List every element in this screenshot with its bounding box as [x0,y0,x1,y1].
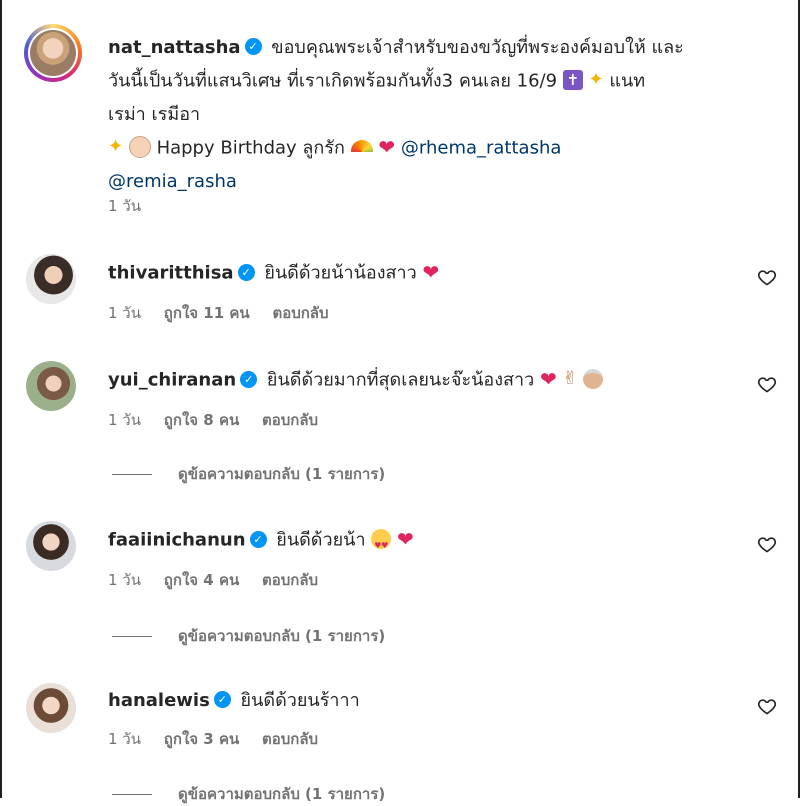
post-author-username[interactable]: nat_nattasha [108,37,241,58]
commenter-avatar[interactable] [26,254,76,304]
comment-like-count[interactable]: ถูกใจ 11 คน [164,304,250,322]
comment-item: faaiinichanun✓ ยินดีด้วยน้า ❤ 1 วัน ถูกใ… [24,521,784,591]
comment-text: ยินดีด้วยมากที่สุดเลยนะจ๊ะน้องสาว [266,369,535,391]
comment-timestamp[interactable]: 1 วัน [108,730,141,748]
reply-button[interactable]: ตอบกลับ [272,304,328,322]
view-replies-label: ดูข้อความตอบกลับ (1 รายการ) [178,785,386,803]
caption-line-2: วันนี้เป็นวันที่แสนวิเศษ ที่เราเกิดพร้อม… [108,70,558,92]
commenter-username[interactable]: yui_chiranan [108,370,236,391]
replies-divider [112,473,152,475]
comment-item: yui_chiranan ✓ ยินดีด้วยมากที่สุดเลยนะจ๊ะ… [24,361,784,431]
verified-badge-icon: ✓ [213,691,231,708]
heart-outline-icon[interactable] [756,266,778,288]
comment-text: ยินดีด้วยน้าน้องสาว [264,262,417,284]
verified-badge-icon: ✓ [240,370,258,388]
comment-like-count[interactable]: ถูกใจ 3 คน [164,730,239,748]
caption-line-1: ขอบคุณพระเจ้าสำหรับของขวัญที่พระองค์มอบใ… [271,37,684,58]
rainbow-emoji-icon [350,139,373,152]
mention-remia[interactable]: @remia_rasha [108,171,237,192]
reply-button[interactable]: ตอบกลับ [262,411,318,429]
red-heart-emoji-icon: ❤ [539,367,557,391]
comment-timestamp[interactable]: 1 วัน [108,304,141,322]
commenter-avatar[interactable] [26,521,76,571]
verified-badge-icon: ✓ [249,530,267,548]
comment-text: ยินดีด้วยนร้าาา [240,690,360,711]
red-heart-emoji-icon: ❤ [422,260,440,284]
view-replies-button[interactable]: ดูข้อความตอบกลับ (1 รายการ) [112,624,385,648]
comment-timestamp[interactable]: 1 วัน [108,411,141,429]
caption-line-2b: แนท [609,70,646,92]
older-person-emoji-icon [583,369,604,389]
commenter-username[interactable]: thivaritthisa [108,263,234,284]
commenter-avatar[interactable] [26,683,76,733]
commenter-username[interactable]: faaiinichanun [108,530,246,551]
replies-divider [112,635,152,637]
view-replies-label: ดูข้อความตอบกลับ (1 รายการ) [178,465,386,483]
red-heart-emoji-icon: ❤ [397,527,414,551]
comment-item: hanalewis ✓ ยินดีด้วยนร้าาา 1 วัน ถูกใจ 3… [24,683,784,753]
comment-timestamp[interactable]: 1 วัน [108,571,141,589]
comment-like-count[interactable]: ถูกใจ 8 คน [164,411,239,429]
reply-button[interactable]: ตอบกลับ [262,571,318,589]
post-caption: nat_nattasha ✓ ขอบคุณพระเจ้าสำหรับของขวัญ… [108,32,768,198]
post-timestamp[interactable]: 1 วัน [108,194,141,218]
frame-left-border [0,0,2,798]
verified-badge-icon: ✓ [237,263,255,281]
reply-button[interactable]: ตอบกลับ [262,730,318,748]
commenter-username[interactable]: hanalewis [108,690,210,711]
comment-like-count[interactable]: ถูกใจ 4 คน [164,571,239,589]
heart-eyes-emoji-icon [371,529,392,560]
sign-of-horns-emoji-icon: ✌ [562,368,578,389]
heart-outline-icon[interactable] [756,533,778,555]
baby-emoji-icon [128,136,151,158]
comment-item: thivaritthisa ✓ ยินดีด้วยน้าน้องสาว ❤ 1 ว… [24,254,784,324]
red-heart-emoji-icon: ❤ [378,135,396,159]
heart-outline-icon[interactable] [756,373,778,395]
comment-text: ยินดีด้วยน้า [276,529,366,551]
sparkles-emoji-icon: ✦ [588,69,604,90]
mention-rhema[interactable]: @rhema_rattasha [401,138,562,159]
sparkles-emoji-icon: ✦ [108,136,124,157]
post-author-avatar[interactable] [24,24,82,82]
caption-line-3: เรม่า เรมีอา [108,104,201,125]
heart-outline-icon[interactable] [756,695,778,717]
commenter-avatar[interactable] [26,361,76,411]
verified-badge-icon: ✓ [244,38,262,55]
caption-line-4: Happy Birthday ลูกรัก [156,137,345,159]
view-replies-button[interactable]: ดูข้อความตอบกลับ (1 รายการ) [112,462,385,486]
replies-divider [112,793,152,795]
view-replies-label: ดูข้อความตอบกลับ (1 รายการ) [178,627,386,645]
latin-cross-emoji-icon: ✝ [562,70,583,90]
view-replies-button[interactable]: ดูข้อความตอบกลับ (1 รายการ) [112,782,385,806]
